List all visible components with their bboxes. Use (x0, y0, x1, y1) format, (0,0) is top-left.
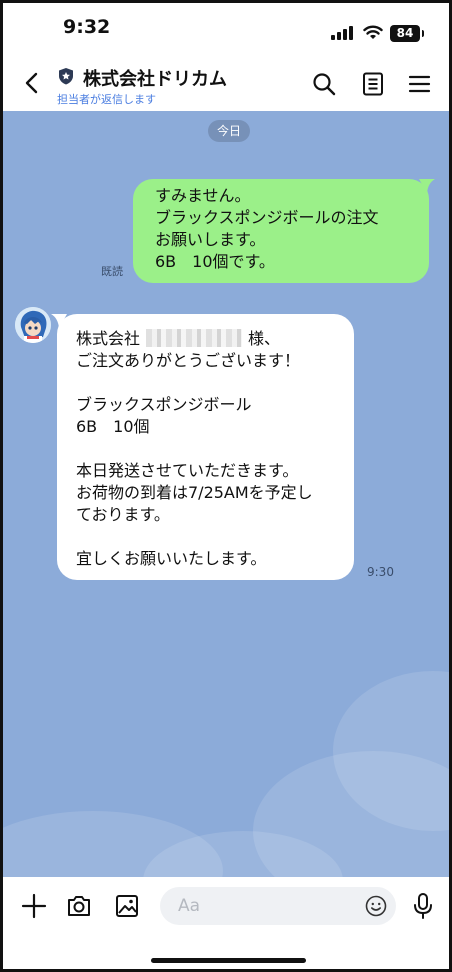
avatar[interactable] (15, 307, 51, 343)
message-line: お荷物の到着は7/25AMを予定し (76, 483, 313, 502)
plus-icon[interactable] (21, 893, 47, 919)
message-line: すみません。 (155, 186, 251, 205)
redacted-name (146, 329, 243, 347)
home-indicator[interactable] (151, 958, 306, 963)
wifi-icon (363, 25, 383, 39)
avatar-character-icon (15, 307, 51, 343)
microphone-icon[interactable] (412, 892, 434, 920)
status-bar: 9:32 84 (3, 3, 449, 53)
message-line: ブラックスポンジボール (76, 395, 252, 414)
signal-icon (331, 26, 353, 40)
incoming-message-bubble[interactable]: 株式会社 様、 ご注文ありがとうございます！ ブラックスポンジボール 6B 10個… (51, 314, 354, 580)
message-timestamp: 9:30 (367, 565, 394, 579)
menu-icon[interactable] (407, 71, 433, 97)
camera-icon[interactable] (66, 893, 92, 919)
back-icon[interactable] (21, 71, 43, 95)
message-line: 宜しくお願いいたします。 (76, 549, 267, 568)
battery-indicator: 84 (390, 25, 424, 42)
chat-subtitle: 担当者が返信します (57, 93, 156, 106)
chat-title[interactable]: 株式会社ドリカム (83, 65, 227, 91)
message-line: 6B 10個 (76, 417, 150, 436)
shield-icon (59, 68, 73, 85)
date-label: 今日 (208, 120, 250, 142)
read-receipt: 既読 (101, 265, 123, 278)
bubble-tail (419, 179, 435, 193)
chat-header: 株式会社ドリカム 担当者が返信します (3, 53, 449, 111)
message-line: お願いします。 (155, 230, 266, 249)
input-bar (3, 877, 449, 969)
outgoing-message-bubble[interactable]: すみません。 ブラックスポンジボールの注文 お願いします。 6B 10個です。 (133, 179, 435, 283)
image-icon[interactable] (114, 893, 140, 919)
emoji-icon[interactable] (365, 895, 387, 917)
greeting-line: 株式会社 様、 (76, 328, 354, 350)
notes-icon[interactable] (360, 71, 386, 97)
message-input-field[interactable] (160, 887, 396, 925)
message-line: 本日発送させていただきます。 (76, 461, 299, 480)
message-line: ご注文ありがとうございます！ (76, 351, 301, 370)
message-input[interactable] (178, 895, 348, 917)
message-line: ております。 (76, 505, 170, 524)
message-line: ブラックスポンジボールの注文 (155, 208, 379, 227)
status-time: 9:32 (63, 16, 111, 38)
search-icon[interactable] (311, 71, 337, 97)
bubble-tail (51, 314, 67, 328)
company-prefix: 株式会社 (76, 329, 141, 348)
message-line: 6B 10個です。 (155, 252, 275, 271)
chat-area[interactable]: 今日 すみません。 ブラックスポンジボールの注文 お願いします。 6B 10個で… (3, 111, 449, 877)
honorific: 様、 (248, 329, 281, 348)
phone-screen: 9:32 84 株式会社ドリカム 担当者が返信します 今日 すみません。 ブラッ… (0, 0, 452, 972)
